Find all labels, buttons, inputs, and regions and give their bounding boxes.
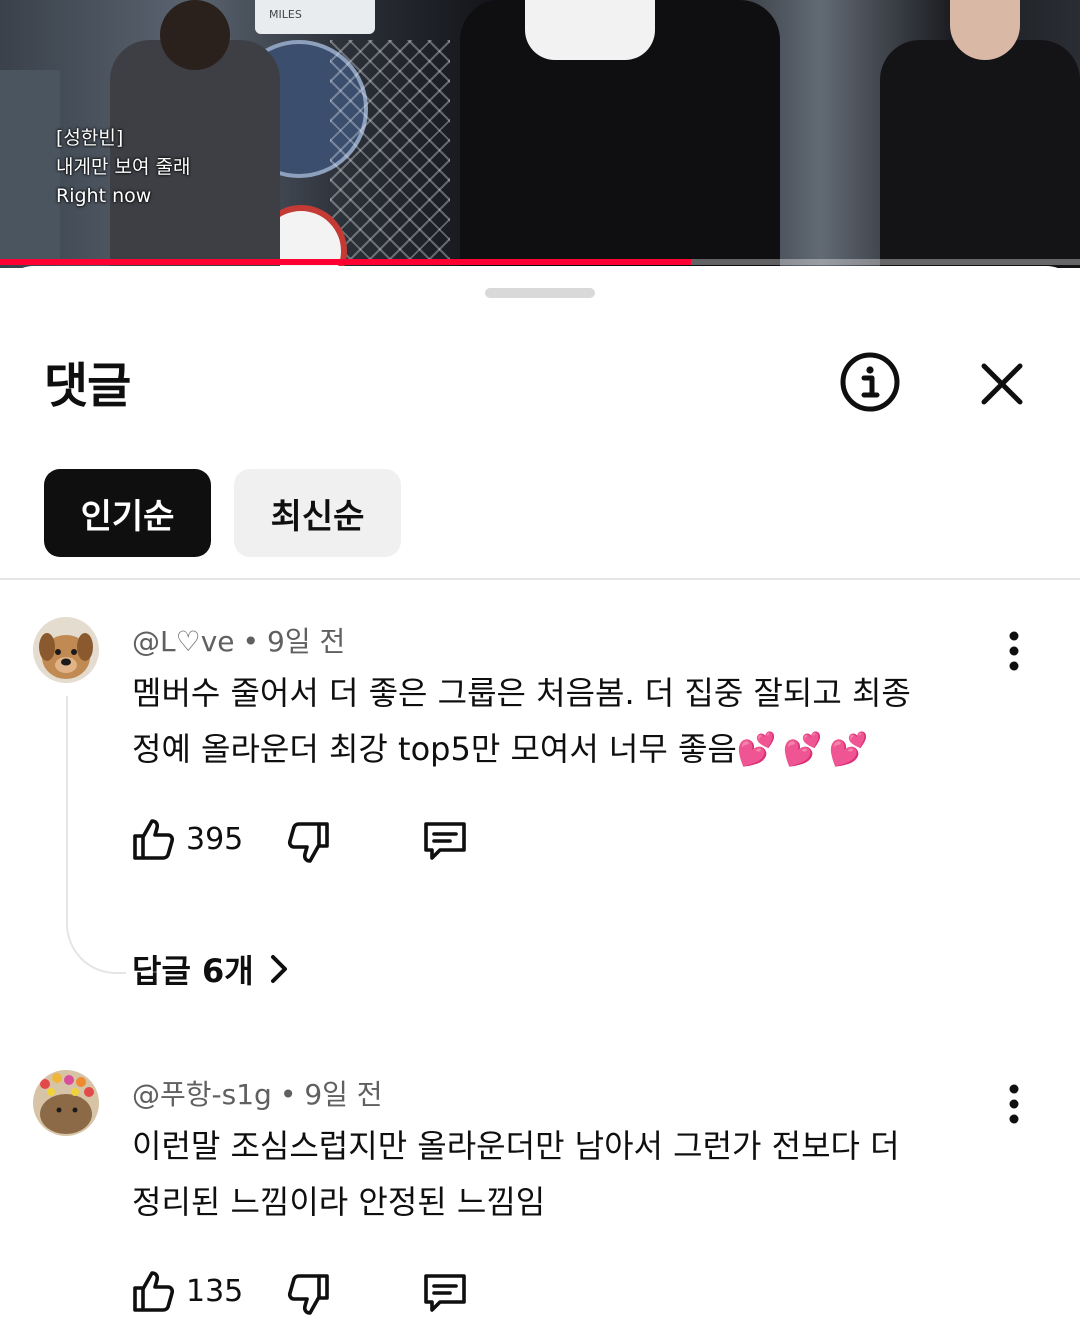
reply-button[interactable] <box>420 1266 470 1320</box>
header-divider <box>0 578 1080 580</box>
video-progress-fill <box>0 259 692 265</box>
stage-sign-text: MILES <box>269 8 302 21</box>
sort-tab-newest[interactable]: 최신순 <box>234 469 401 557</box>
comment-text-line: 정예 올라운더 최강 top5만 모여서 너무 좋음💕💕💕 <box>132 721 1012 777</box>
avatar[interactable] <box>33 617 99 683</box>
stage-fence <box>330 40 450 260</box>
stage-panel <box>0 70 60 260</box>
comment-text-line: 멤버수 줄어서 더 좋은 그룹은 처음봄. 더 집중 잘되고 최종 <box>132 674 911 712</box>
thumbs-down-icon <box>287 822 329 863</box>
thumbs-up-icon <box>133 1271 175 1312</box>
like-button[interactable]: 135 <box>130 1264 243 1318</box>
performer-left-head <box>160 0 230 70</box>
comment-text: 이런말 조심스럽지만 올라운더만 남아서 그런가 전보다 더 정리된 느낌이라 … <box>132 1118 1012 1230</box>
close-button[interactable] <box>974 356 1030 412</box>
like-count: 395 <box>186 821 244 857</box>
thumbs-up-icon <box>133 819 175 860</box>
heart-emoji: 💕💕💕 <box>736 730 875 768</box>
info-icon <box>840 352 900 412</box>
dislike-button[interactable] <box>286 1268 332 1322</box>
like-button[interactable]: 395 <box>130 812 243 866</box>
stage-sign: MILES <box>255 0 375 34</box>
info-button[interactable] <box>838 350 902 414</box>
subtitle-line-2: 내게만 보여 줄래 <box>56 156 191 178</box>
dog-avatar-icon <box>33 617 99 683</box>
comment-meta: @푸항-s1g • 9일 전 <box>132 1078 383 1111</box>
subtitle-line-3: Right now <box>56 185 152 207</box>
reply-comment-icon <box>424 1274 466 1312</box>
replies-count-label: 답글 6개 <box>132 952 254 990</box>
drag-handle[interactable] <box>485 288 595 298</box>
view-replies-button[interactable]: 답글 6개 <box>132 946 290 992</box>
avatar[interactable] <box>33 1070 99 1136</box>
thumbs-down-icon <box>287 1274 329 1315</box>
comment-text: 멤버수 줄어서 더 좋은 그룹은 처음봄. 더 집중 잘되고 최종 정예 올라운… <box>132 665 1012 777</box>
video-progress-bar[interactable] <box>0 259 1080 265</box>
reply-button[interactable] <box>420 814 470 868</box>
comment-meta: @L♡ve • 9일 전 <box>132 625 346 658</box>
video-player[interactable]: MILES [성한빈] 내게만 보여 줄래 Right now <box>0 0 1080 268</box>
comments-sheet: 댓글 인기순 최신순 @L♡ve • 9일 전 멤버수 줄어서 더 좋은 그룹은… <box>0 266 1080 1330</box>
comment-text-line: 이런말 조심스럽지만 올라운더만 남아서 그런가 전보다 더 <box>132 1127 900 1165</box>
screen: MILES [성한빈] 내게만 보여 줄래 Right now 댓글 인기순 최… <box>0 0 1080 1330</box>
comment-text-line: 정리된 느낌이라 안정된 느낌임 <box>132 1183 546 1221</box>
capybara-flowers-avatar-icon <box>33 1070 99 1136</box>
comment-author[interactable]: @L♡ve <box>132 625 235 658</box>
chevron-right-icon <box>270 955 287 983</box>
like-count: 135 <box>186 1273 244 1309</box>
performer-right <box>880 40 1080 268</box>
reply-thread-line <box>66 696 126 974</box>
video-subtitle: [성한빈] 내게만 보여 줄래 Right now <box>56 124 190 211</box>
panel-title: 댓글 <box>44 358 131 414</box>
comment-time: 9일 전 <box>304 1078 383 1111</box>
dislike-button[interactable] <box>286 816 332 870</box>
sort-tab-popular[interactable]: 인기순 <box>44 469 211 557</box>
comment-author[interactable]: @푸항-s1g <box>132 1078 272 1111</box>
close-icon <box>981 363 1023 405</box>
comment-text-content: 정예 올라운더 최강 top5만 모여서 너무 좋음 <box>132 730 737 768</box>
reply-comment-icon <box>424 822 466 860</box>
subtitle-line-1: [성한빈] <box>56 127 124 149</box>
comment-time: 9일 전 <box>267 625 346 658</box>
performer-center-collar <box>525 0 655 60</box>
